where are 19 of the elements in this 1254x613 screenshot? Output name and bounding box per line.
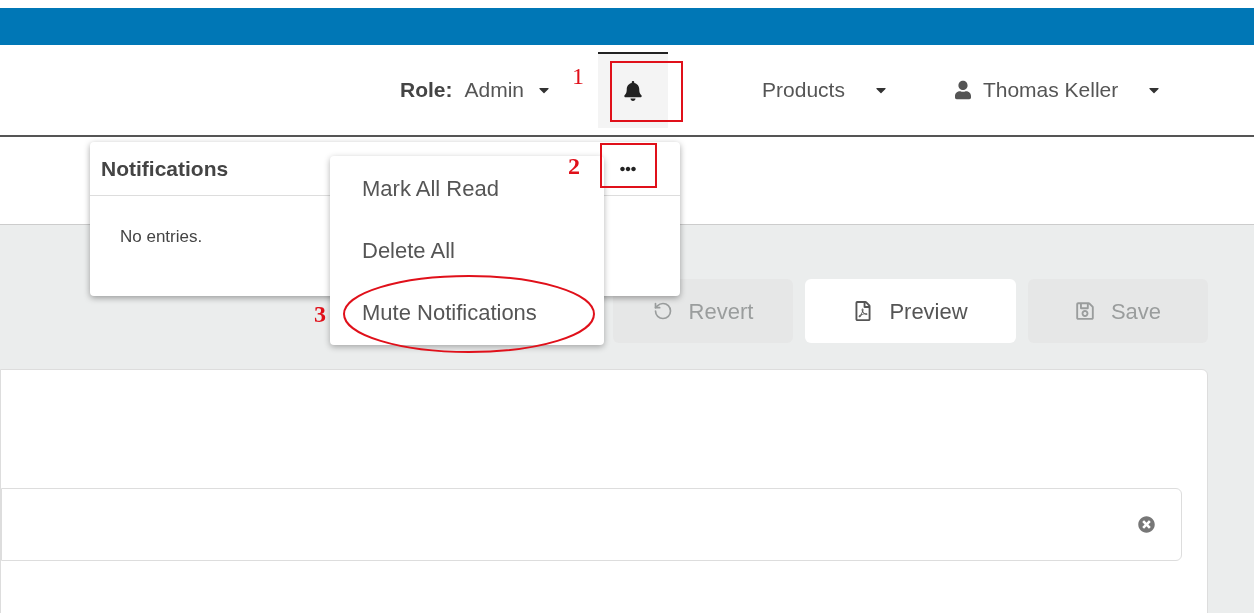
products-menu[interactable]: Products [762,74,889,106]
role-label: Role: [400,77,453,104]
undo-icon [652,301,673,321]
user-menu[interactable]: Thomas Keller [982,74,1163,106]
preview-button[interactable]: Preview [805,279,1016,343]
panel-title: Notifications [101,155,229,182]
annotation-number: 2 [568,152,580,181]
search-field[interactable] [1,488,1182,561]
user-icon [954,80,971,100]
menu-item[interactable]: Mark All Read [362,170,499,207]
pdf-file-icon [853,301,874,321]
menu-item[interactable]: Delete All [362,232,455,269]
notifications-button[interactable] [598,52,669,128]
highlight-frame [600,143,657,188]
role-value: Admin [464,77,525,104]
annotation-number: 3 [314,300,326,329]
annotation-number: 1 [572,62,584,91]
bell-icon [623,81,644,101]
clear-icon [1138,516,1155,533]
